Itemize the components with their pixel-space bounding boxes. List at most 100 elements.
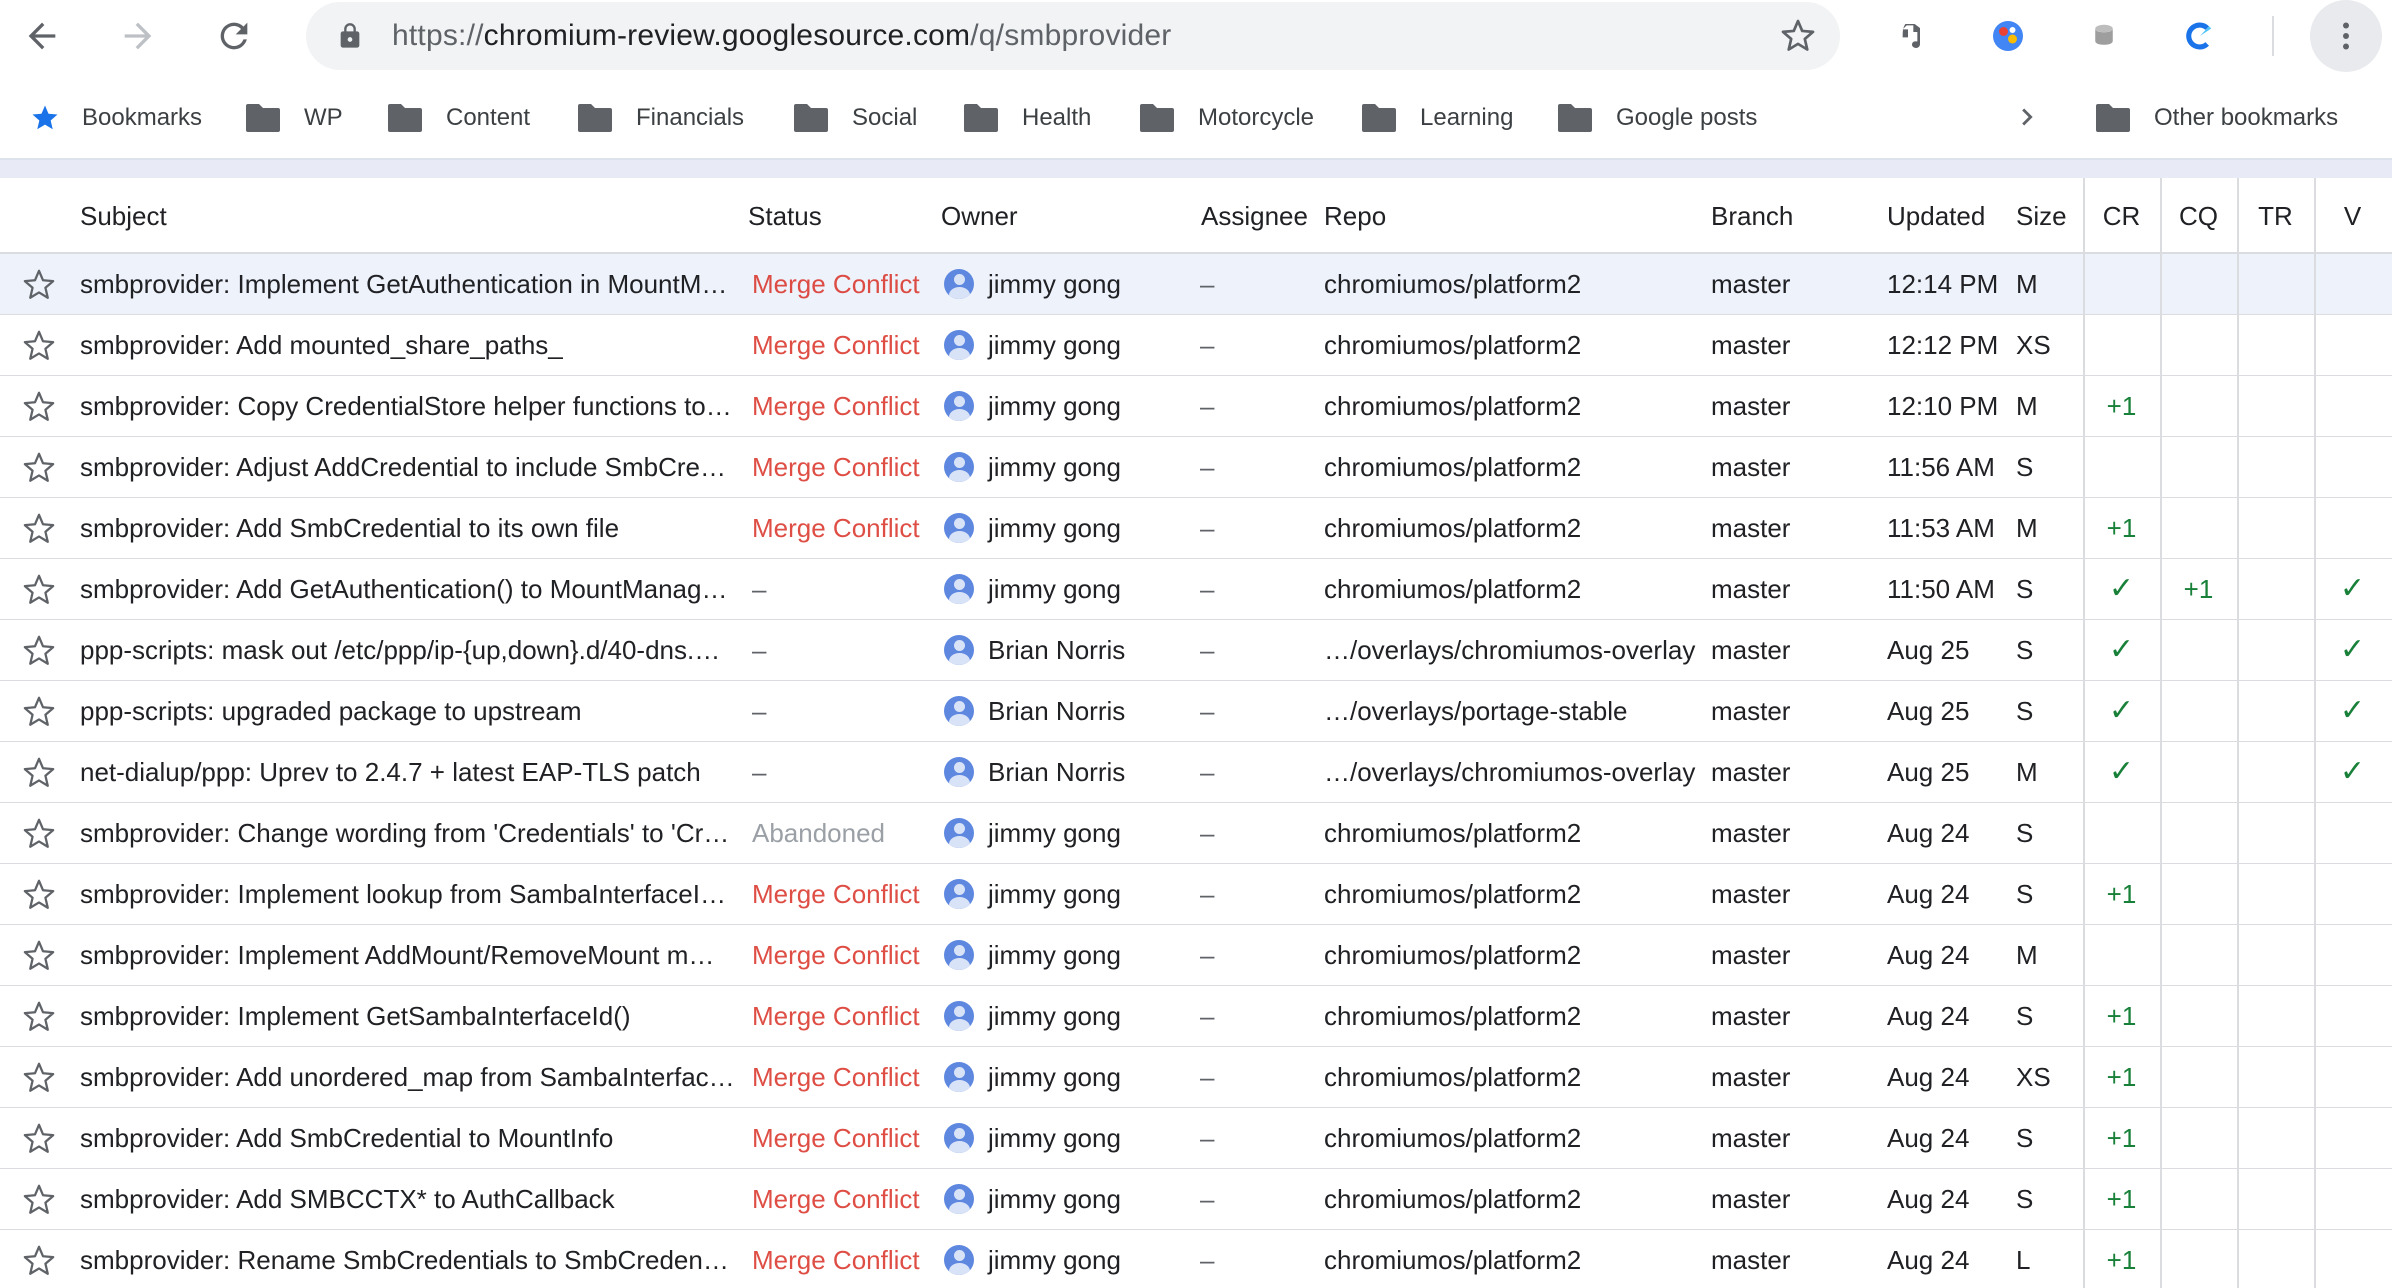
change-repo-link[interactable]: chromiumos/platform2: [1324, 864, 1696, 924]
table-row[interactable]: smbprovider: Implement AddMount/RemoveMo…: [0, 925, 2392, 986]
change-subject-link[interactable]: smbprovider: Add SmbCredential to its ow…: [80, 498, 735, 558]
table-row[interactable]: smbprovider: Add mounted_share_paths_ Mer…: [0, 315, 2392, 376]
star-icon[interactable]: [22, 512, 56, 546]
column-header-v[interactable]: V: [2314, 178, 2391, 254]
star-icon[interactable]: [22, 268, 56, 302]
star-icon[interactable]: [22, 695, 56, 729]
change-branch-link[interactable]: master: [1711, 1047, 1831, 1107]
browser-menu-button[interactable]: [2310, 0, 2382, 72]
change-repo-link[interactable]: chromiumos/platform2: [1324, 376, 1696, 436]
cup-extension-icon[interactable]: [2082, 14, 2126, 58]
table-row[interactable]: ppp-scripts: upgraded package to upstrea…: [0, 681, 2392, 742]
address-bar[interactable]: https://chromium-review.googlesource.com…: [306, 2, 1840, 70]
change-owner[interactable]: Brian Norris: [944, 681, 1194, 741]
change-repo-link[interactable]: chromiumos/platform2: [1324, 437, 1696, 497]
column-header-subject[interactable]: Subject: [80, 178, 167, 254]
change-repo-link[interactable]: chromiumos/platform2: [1324, 1047, 1696, 1107]
change-subject-link[interactable]: smbprovider: Add unordered_map from Samb…: [80, 1047, 735, 1107]
change-owner[interactable]: jimmy gong: [944, 437, 1194, 497]
change-repo-link[interactable]: chromiumos/platform2: [1324, 498, 1696, 558]
change-subject-link[interactable]: smbprovider: Add SmbCredential to MountI…: [80, 1108, 735, 1168]
evernote-extension-icon[interactable]: [1890, 14, 1934, 58]
table-row[interactable]: smbprovider: Implement lookup from Samba…: [0, 864, 2392, 925]
change-subject-link[interactable]: smbprovider: Add SMBCCTX* to AuthCallbac…: [80, 1169, 735, 1229]
forward-button[interactable]: [110, 8, 166, 64]
chevron-right-icon[interactable]: [2010, 100, 2044, 134]
column-header-cq[interactable]: CQ: [2160, 178, 2237, 254]
change-branch-link[interactable]: master: [1711, 437, 1831, 497]
star-icon[interactable]: [22, 878, 56, 912]
change-owner[interactable]: jimmy gong: [944, 315, 1194, 375]
star-icon[interactable]: [22, 1183, 56, 1217]
bookmark-folder-other[interactable]: Other bookmarks: [2094, 90, 2338, 146]
change-owner[interactable]: jimmy gong: [944, 986, 1194, 1046]
back-button[interactable]: [14, 8, 70, 64]
change-owner[interactable]: jimmy gong: [944, 925, 1194, 985]
change-branch-link[interactable]: master: [1711, 254, 1831, 314]
change-branch-link[interactable]: master: [1711, 925, 1831, 985]
change-subject-link[interactable]: smbprovider: Change wording from 'Creden…: [80, 803, 735, 863]
change-subject-link[interactable]: smbprovider: Implement AddMount/RemoveMo…: [80, 925, 735, 985]
bookmark-folder-financials[interactable]: Financials: [576, 90, 744, 146]
change-owner[interactable]: jimmy gong: [944, 1230, 1194, 1288]
change-subject-link[interactable]: smbprovider: Rename SmbCredentials to Sm…: [80, 1230, 735, 1288]
column-header-assignee[interactable]: Assignee: [1201, 178, 1308, 254]
star-icon[interactable]: [22, 573, 56, 607]
change-subject-link[interactable]: smbprovider: Copy CredentialStore helper…: [80, 376, 735, 436]
bookmark-star-icon[interactable]: [1780, 18, 1816, 54]
star-icon[interactable]: [22, 1000, 56, 1034]
change-subject-link[interactable]: smbprovider: Implement GetSambaInterface…: [80, 986, 735, 1046]
change-owner[interactable]: jimmy gong: [944, 559, 1194, 619]
star-icon[interactable]: [22, 756, 56, 790]
change-owner[interactable]: Brian Norris: [944, 742, 1194, 802]
change-repo-link[interactable]: chromiumos/platform2: [1324, 925, 1696, 985]
change-owner[interactable]: jimmy gong: [944, 254, 1194, 314]
change-branch-link[interactable]: master: [1711, 498, 1831, 558]
bookmark-folder-motorcycle[interactable]: Motorcycle: [1138, 90, 1314, 146]
star-icon[interactable]: [22, 1122, 56, 1156]
change-repo-link[interactable]: chromiumos/platform2: [1324, 1108, 1696, 1168]
bookmark-folder-health[interactable]: Health: [962, 90, 1091, 146]
table-row[interactable]: smbprovider: Add GetAuthentication() to …: [0, 559, 2392, 620]
change-repo-link[interactable]: …/overlays/portage-stable: [1324, 681, 1696, 741]
change-repo-link[interactable]: chromiumos/platform2: [1324, 1230, 1696, 1288]
column-header-cr[interactable]: CR: [2083, 178, 2160, 254]
table-row[interactable]: smbprovider: Adjust AddCredential to inc…: [0, 437, 2392, 498]
star-icon[interactable]: [22, 390, 56, 424]
table-row[interactable]: smbprovider: Add SMBCCTX* to AuthCallbac…: [0, 1169, 2392, 1230]
change-repo-link[interactable]: …/overlays/chromiumos-overlay: [1324, 742, 1696, 802]
change-subject-link[interactable]: smbprovider: Implement lookup from Samba…: [80, 864, 735, 924]
change-owner[interactable]: jimmy gong: [944, 1047, 1194, 1107]
change-owner[interactable]: jimmy gong: [944, 864, 1194, 924]
change-subject-link[interactable]: ppp-scripts: mask out /etc/ppp/ip-{up,do…: [80, 620, 735, 680]
change-repo-link[interactable]: chromiumos/platform2: [1324, 803, 1696, 863]
change-branch-link[interactable]: master: [1711, 1169, 1831, 1229]
change-subject-link[interactable]: smbprovider: Adjust AddCredential to inc…: [80, 437, 735, 497]
colorful-extension-icon[interactable]: [1986, 14, 2030, 58]
change-branch-link[interactable]: master: [1711, 742, 1831, 802]
column-header-updated[interactable]: Updated: [1887, 178, 1985, 254]
change-branch-link[interactable]: master: [1711, 1108, 1831, 1168]
table-row[interactable]: smbprovider: Add SmbCredential to its ow…: [0, 498, 2392, 559]
star-icon[interactable]: [22, 1244, 56, 1278]
table-row[interactable]: smbprovider: Implement GetSambaInterface…: [0, 986, 2392, 1047]
reload-button[interactable]: [206, 8, 262, 64]
star-icon[interactable]: [22, 817, 56, 851]
change-owner[interactable]: jimmy gong: [944, 498, 1194, 558]
change-branch-link[interactable]: master: [1711, 864, 1831, 924]
change-repo-link[interactable]: chromiumos/platform2: [1324, 559, 1696, 619]
table-row[interactable]: smbprovider: Copy CredentialStore helper…: [0, 376, 2392, 437]
change-branch-link[interactable]: master: [1711, 315, 1831, 375]
change-owner[interactable]: jimmy gong: [944, 1169, 1194, 1229]
column-header-tr[interactable]: TR: [2237, 178, 2314, 254]
table-row[interactable]: smbprovider: Change wording from 'Creden…: [0, 803, 2392, 864]
bookmark-folder-social[interactable]: Social: [792, 90, 917, 146]
bookmark-folder-google-posts[interactable]: Google posts: [1556, 90, 1757, 146]
change-repo-link[interactable]: chromiumos/platform2: [1324, 254, 1696, 314]
change-branch-link[interactable]: master: [1711, 376, 1831, 436]
bookmark-folder-learning[interactable]: Learning: [1360, 90, 1513, 146]
table-row[interactable]: smbprovider: Add unordered_map from Samb…: [0, 1047, 2392, 1108]
change-branch-link[interactable]: master: [1711, 559, 1831, 619]
bookmark-bookmarks[interactable]: Bookmarks: [30, 90, 202, 146]
change-subject-link[interactable]: smbprovider: Add GetAuthentication() to …: [80, 559, 735, 619]
